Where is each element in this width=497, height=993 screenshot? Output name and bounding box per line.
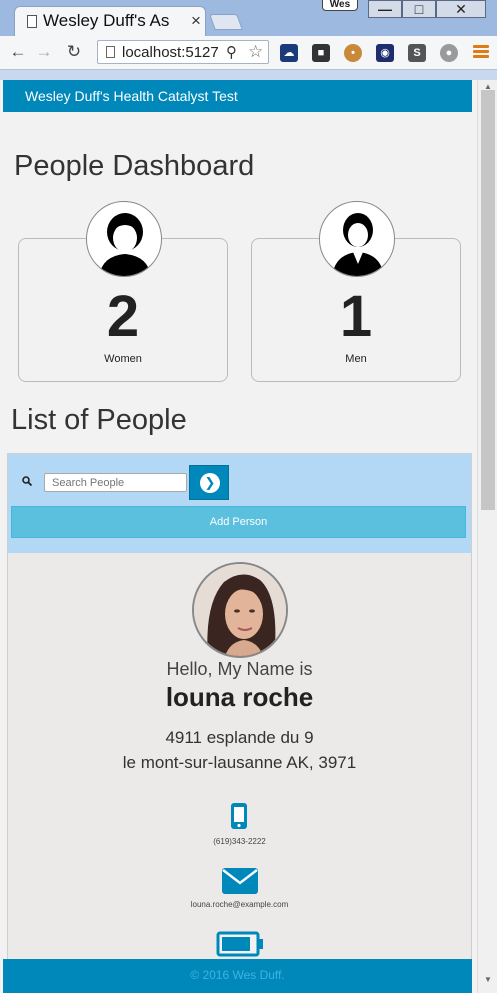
- navbar: Wesley Duff's Health Catalyst Test: [3, 80, 472, 112]
- page-icon: [27, 15, 37, 28]
- people-list-panel: ❯ Add Person Hello, My Name is louna roc…: [7, 453, 472, 993]
- tab-strip: Wesley Duff's As × Wes — □ ✕: [0, 0, 497, 36]
- minimize-button[interactable]: —: [368, 0, 402, 18]
- url-text[interactable]: localhost:5127: [122, 44, 226, 61]
- maximize-button[interactable]: □: [402, 0, 436, 18]
- cookie-extension-icon[interactable]: •: [344, 44, 362, 62]
- scroll-down-arrow-icon[interactable]: ▼: [484, 975, 492, 984]
- browser-chrome: Wesley Duff's As × Wes — □ ✕ ← → ↻ local…: [0, 0, 497, 80]
- zoom-icon[interactable]: ⚲: [226, 43, 237, 61]
- close-window-button[interactable]: ✕: [436, 0, 486, 18]
- page-icon: [106, 46, 115, 58]
- address-bar[interactable]: localhost:5127 ⚲ ☆: [97, 40, 269, 64]
- s-extension-icon[interactable]: S: [408, 44, 426, 62]
- scrollbar-thumb[interactable]: [481, 90, 495, 510]
- dashboard-heading: People Dashboard: [14, 150, 255, 182]
- list-heading: List of People: [11, 404, 187, 436]
- phone-icon: [231, 803, 247, 829]
- men-stat-card: 1 Men: [251, 201, 461, 382]
- greeting-text: Hello, My Name is: [166, 659, 313, 679]
- menu-icon[interactable]: [473, 45, 489, 59]
- cloud-extension-icon[interactable]: ☁: [280, 44, 298, 62]
- back-button[interactable]: ←: [8, 42, 28, 62]
- battery-icon: [216, 931, 263, 957]
- reload-button[interactable]: ↻: [64, 42, 84, 62]
- footer-text: © 2016 Wes Duff.: [190, 968, 285, 982]
- man-avatar-icon: [319, 201, 395, 277]
- men-count: 1: [339, 284, 373, 349]
- vertical-scrollbar[interactable]: ▲ ▼: [477, 80, 497, 993]
- search-area: ❯ Add Person: [8, 454, 471, 553]
- person-street: 4911 esplande du 9: [165, 728, 314, 747]
- envelope-icon: [222, 868, 258, 894]
- chef-extension-icon[interactable]: ■: [312, 44, 330, 62]
- women-label: Women: [104, 353, 142, 365]
- person-city: le mont-sur-lausanne AK, 3971: [122, 753, 357, 772]
- search-icon: [22, 476, 32, 486]
- tab-title: Wesley Duff's As: [43, 11, 170, 30]
- profile-badge[interactable]: Wes: [322, 0, 358, 11]
- new-tab-button[interactable]: [209, 14, 243, 30]
- woman-avatar-icon: [86, 201, 162, 277]
- gray-extension-icon[interactable]: ●: [440, 44, 458, 62]
- search-go-button[interactable]: ❯: [189, 465, 229, 500]
- brand-link[interactable]: Wesley Duff's Health Catalyst Test: [25, 88, 238, 104]
- add-person-button[interactable]: Add Person: [11, 506, 466, 538]
- person-email: louna.roche@example.com: [190, 900, 289, 909]
- forward-button[interactable]: →: [34, 42, 54, 62]
- person-card: Hello, My Name is louna roche 4911 espla…: [8, 554, 471, 993]
- women-stat-card: 2 Women: [18, 201, 228, 382]
- person-photo: [192, 562, 288, 658]
- search-input[interactable]: [44, 473, 187, 492]
- page-viewport: Wesley Duff's Health Catalyst Test Peopl…: [0, 80, 477, 993]
- footer: © 2016 Wes Duff.: [3, 959, 472, 993]
- bookmark-star-icon[interactable]: ☆: [248, 42, 263, 62]
- speed-extension-icon[interactable]: ◉: [376, 44, 394, 62]
- person-name: louna roche: [165, 682, 314, 712]
- chevron-right-icon: ❯: [200, 473, 220, 493]
- browser-tab[interactable]: Wesley Duff's As ×: [14, 6, 206, 36]
- browser-toolbar: ← → ↻ localhost:5127 ⚲ ☆ ☁ ■ • ◉ S ●: [0, 36, 497, 70]
- tab-close-button[interactable]: ×: [191, 11, 201, 31]
- men-label: Men: [345, 353, 367, 365]
- women-count: 2: [106, 284, 140, 349]
- person-phone: (619)343-2222: [213, 837, 266, 846]
